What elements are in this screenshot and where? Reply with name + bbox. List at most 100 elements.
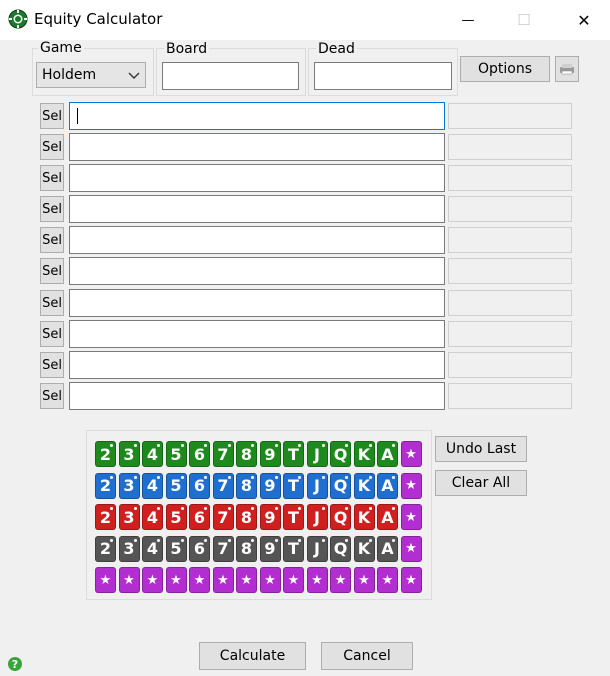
card-gray-5[interactable]: 5 [165,535,187,562]
card-gray-K[interactable]: K [353,535,375,562]
card-gray-A[interactable]: A [377,535,398,562]
hand-range-input-6[interactable] [69,257,445,285]
hand-range-input-2[interactable] [69,133,445,161]
card-red-9[interactable]: 9 [259,504,281,530]
sel-button-4[interactable]: Sel [40,196,64,222]
wildcard-card[interactable]: ★ [283,567,304,593]
wildcard-card[interactable]: ★ [189,567,210,593]
wildcard-card[interactable]: ★ [400,535,422,562]
card-green-J[interactable]: J [306,441,328,467]
hand-range-input-7[interactable] [69,289,445,317]
hand-range-input-4[interactable] [69,195,445,223]
maximize-button[interactable]: ☐ [502,0,546,40]
help-icon[interactable]: ? [8,657,22,671]
hand-range-input-1[interactable] [69,102,445,130]
card-blue-6[interactable]: 6 [189,472,210,499]
wildcard-card[interactable]: ★ [212,567,234,593]
cancel-button[interactable]: Cancel [321,642,413,670]
print-button[interactable] [555,56,579,82]
card-red-2[interactable]: 2 [95,504,116,530]
wildcard-card[interactable]: ★ [400,567,422,593]
sel-button-10[interactable]: Sel [40,383,64,409]
card-red-K[interactable]: K [353,504,375,530]
card-green-7[interactable]: 7 [212,441,234,467]
card-blue-2[interactable]: 2 [95,472,116,499]
minimize-button[interactable]: — [446,0,490,40]
card-gray-J[interactable]: J [306,535,328,562]
sel-button-8[interactable]: Sel [40,321,64,347]
wildcard-card[interactable]: ★ [306,567,328,593]
card-gray-Q[interactable]: Q [330,535,351,562]
card-blue-Q[interactable]: Q [330,472,351,499]
close-button[interactable]: ✕ [562,0,606,40]
wildcard-card[interactable]: ★ [95,567,116,593]
wildcard-card[interactable]: ★ [118,567,140,593]
clear-all-button[interactable]: Clear All [435,470,527,496]
card-blue-8[interactable]: 8 [236,472,257,499]
card-red-A[interactable]: A [377,504,398,530]
card-blue-7[interactable]: 7 [212,472,234,499]
card-gray-9[interactable]: 9 [259,535,281,562]
card-red-Q[interactable]: Q [330,504,351,530]
card-green-9[interactable]: 9 [259,441,281,467]
card-blue-J[interactable]: J [306,472,328,499]
card-gray-3[interactable]: 3 [118,535,140,562]
hand-range-input-8[interactable] [69,320,445,348]
sel-button-2[interactable]: Sel [40,134,64,160]
hand-range-input-5[interactable] [69,226,445,254]
card-gray-8[interactable]: 8 [236,535,257,562]
card-blue-3[interactable]: 3 [118,472,140,499]
wildcard-card[interactable]: ★ [142,567,163,593]
card-gray-2[interactable]: 2 [95,535,116,562]
options-button[interactable]: Options [460,56,550,82]
card-red-3[interactable]: 3 [118,504,140,530]
sel-button-3[interactable]: Sel [40,165,64,191]
card-gray-T[interactable]: T [283,535,304,562]
hand-range-input-3[interactable] [69,164,445,192]
wildcard-card[interactable]: ★ [400,472,422,499]
card-blue-A[interactable]: A [377,472,398,499]
card-blue-K[interactable]: K [353,472,375,499]
card-red-6[interactable]: 6 [189,504,210,530]
wildcard-card[interactable]: ★ [330,567,351,593]
card-green-K[interactable]: K [353,441,375,467]
card-blue-4[interactable]: 4 [142,472,163,499]
card-gray-4[interactable]: 4 [142,535,163,562]
game-select[interactable]: Holdem [36,62,146,88]
card-gray-6[interactable]: 6 [189,535,210,562]
wildcard-card[interactable]: ★ [259,567,281,593]
card-green-A[interactable]: A [377,441,398,467]
card-green-6[interactable]: 6 [189,441,210,467]
card-red-7[interactable]: 7 [212,504,234,530]
card-blue-T[interactable]: T [283,472,304,499]
dead-input[interactable] [314,62,452,90]
sel-button-5[interactable]: Sel [40,227,64,253]
sel-button-6[interactable]: Sel [40,258,64,284]
card-gray-7[interactable]: 7 [212,535,234,562]
card-green-T[interactable]: T [283,441,304,467]
board-input[interactable] [162,62,299,90]
wildcard-card[interactable]: ★ [400,441,422,467]
wildcard-card[interactable]: ★ [377,567,398,593]
card-green-3[interactable]: 3 [118,441,140,467]
wildcard-card[interactable]: ★ [353,567,375,593]
card-blue-5[interactable]: 5 [165,472,187,499]
card-green-5[interactable]: 5 [165,441,187,467]
wildcard-card[interactable]: ★ [236,567,257,593]
card-red-8[interactable]: 8 [236,504,257,530]
sel-button-1[interactable]: Sel [40,103,64,129]
card-red-5[interactable]: 5 [165,504,187,530]
card-green-8[interactable]: 8 [236,441,257,467]
card-blue-9[interactable]: 9 [259,472,281,499]
sel-button-7[interactable]: Sel [40,290,64,316]
card-green-2[interactable]: 2 [95,441,116,467]
wildcard-card[interactable]: ★ [400,504,422,530]
card-red-4[interactable]: 4 [142,504,163,530]
card-red-T[interactable]: T [283,504,304,530]
calculate-button[interactable]: Calculate [199,642,306,670]
card-red-J[interactable]: J [306,504,328,530]
card-green-Q[interactable]: Q [330,441,351,467]
sel-button-9[interactable]: Sel [40,352,64,378]
undo-last-button[interactable]: Undo Last [435,436,527,462]
card-green-4[interactable]: 4 [142,441,163,467]
